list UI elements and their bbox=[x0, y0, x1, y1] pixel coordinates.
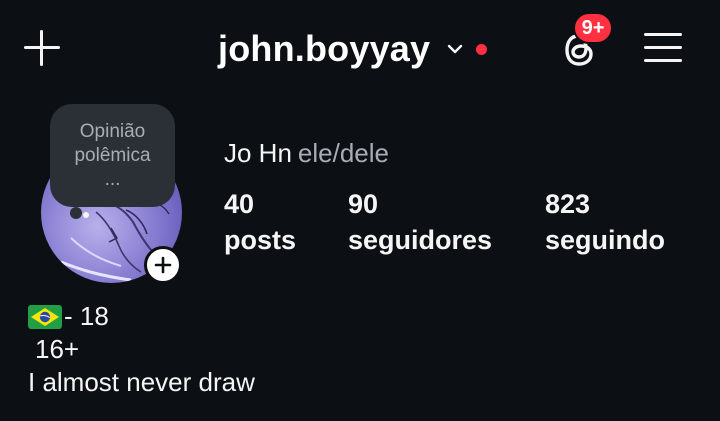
stat-posts[interactable]: 40 posts bbox=[224, 188, 296, 260]
brazil-flag-icon bbox=[28, 304, 62, 329]
menu-bar-top bbox=[644, 33, 682, 36]
note-bubble[interactable]: Opinião polêmica ... bbox=[50, 104, 175, 207]
display-name: Jo Hn bbox=[224, 138, 292, 168]
stat-followers-value: 90 bbox=[348, 189, 379, 219]
stat-followers[interactable]: 90 seguidores bbox=[348, 188, 492, 260]
stat-following-label: seguindo bbox=[545, 225, 665, 255]
menu-bar-middle bbox=[644, 46, 682, 49]
create-plus-icon[interactable] bbox=[22, 28, 62, 68]
bio-line-1-text: - 18 bbox=[64, 301, 109, 331]
bio-line-3: I almost never draw bbox=[28, 367, 255, 397]
stat-followers-label: seguidores bbox=[348, 225, 493, 255]
note-tail-large bbox=[70, 207, 82, 219]
stat-posts-value: 40 bbox=[224, 189, 255, 219]
add-note-button[interactable] bbox=[144, 246, 182, 284]
stat-following-value: 823 bbox=[545, 189, 591, 219]
top-bar: john.boyyay 9+ bbox=[0, 0, 720, 100]
plus-icon bbox=[154, 256, 172, 274]
note-line-2: polêmica bbox=[74, 144, 151, 166]
notification-badge[interactable]: 9+ bbox=[573, 12, 613, 44]
note-line-3: ... bbox=[104, 168, 121, 190]
bio-line-2: 16+ bbox=[35, 334, 80, 364]
account-switcher[interactable]: john.boyyay bbox=[218, 24, 488, 74]
note-line-1: Opinião bbox=[79, 120, 146, 142]
pronouns: ele/dele bbox=[297, 138, 389, 168]
profile-name-line: Jo Hn ele/dele bbox=[224, 138, 389, 169]
stat-posts-label: posts bbox=[224, 225, 297, 255]
unread-dot bbox=[476, 43, 488, 55]
chevron-down-icon bbox=[448, 44, 463, 54]
menu-bar-bottom bbox=[644, 59, 682, 62]
stat-following[interactable]: 823 seguindo bbox=[545, 188, 665, 260]
bio-line-1: - 18 bbox=[28, 300, 255, 333]
menu-icon[interactable] bbox=[644, 30, 682, 64]
username: john.boyyay bbox=[218, 28, 431, 69]
note-tail-small bbox=[83, 212, 89, 218]
bio: - 18 16+ I almost never draw bbox=[28, 300, 255, 399]
